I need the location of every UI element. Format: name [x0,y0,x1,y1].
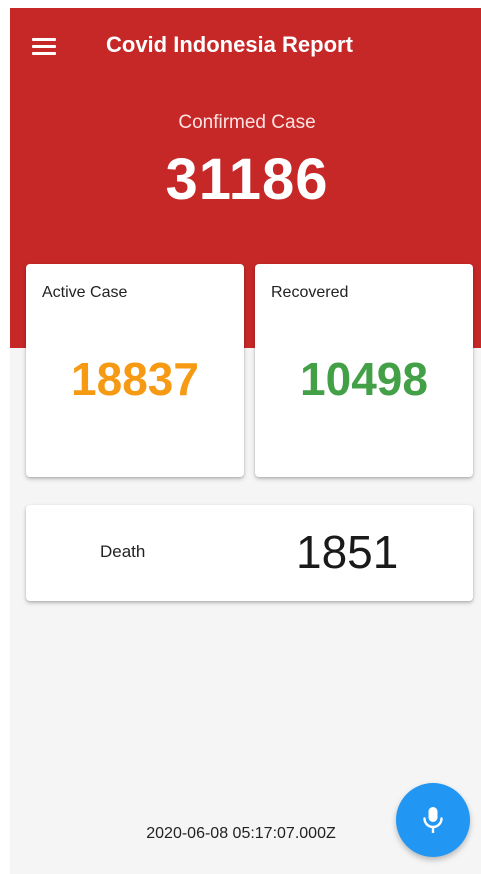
voice-search-button[interactable] [396,783,470,857]
death-card: Death 1851 [26,505,473,601]
death-label: Death [100,542,146,561]
confirmed-case-label: Confirmed Case [178,112,316,133]
active-case-label: Active Case [42,284,128,301]
app-title: Covid Indonesia Report [106,32,353,57]
app-screen: Covid Indonesia Report Confirmed Case 31… [10,8,481,874]
recovered-card: Recovered 10498 [255,264,473,477]
death-value: 1851 [296,526,399,578]
recovered-label: Recovered [271,284,349,301]
confirmed-case-value: 31186 [165,147,329,212]
recovered-value: 10498 [300,353,428,405]
last-updated-timestamp: 2020-06-08 05:17:07.000Z [146,825,336,842]
active-case-value: 18837 [71,353,199,405]
active-case-card: Active Case 18837 [26,264,244,477]
hamburger-menu-icon[interactable] [32,38,58,56]
